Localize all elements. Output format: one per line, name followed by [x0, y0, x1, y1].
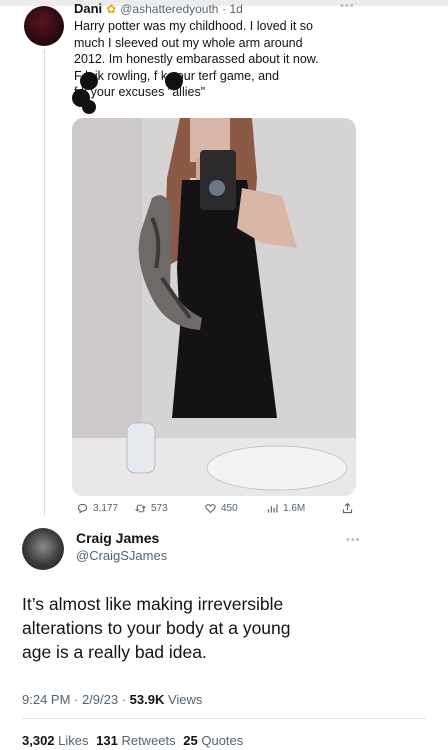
reply-count: 3,177 [93, 503, 119, 514]
tweet-line: f k your excuses "allies" [74, 85, 206, 99]
retweets-count: 131 [96, 733, 118, 748]
tweet-meta: 9:24 PM · 2/9/23 · 53.9K Views [22, 692, 202, 707]
likes-stat[interactable]: 3,302 Likes [22, 733, 89, 748]
tweet-photo[interactable] [72, 118, 356, 496]
reply-line: It’s almost like making irreversible [22, 594, 284, 614]
views-label: Views [164, 692, 203, 707]
likes-label: Likes [54, 733, 89, 748]
censor-dot [80, 72, 98, 90]
author-handle[interactable]: @CraigSJames [76, 548, 167, 563]
avatar[interactable] [24, 6, 64, 46]
retweet-icon [135, 504, 146, 513]
tweet-actions: 3,177 573 450 1.6M [76, 502, 366, 520]
views-button[interactable]: 1.6M [266, 502, 305, 515]
tweet-line: F k jk rowling, f k your terf game, and [74, 68, 279, 83]
tweet-line: Harry potter was my childhood. I loved i… [74, 19, 313, 33]
author-name[interactable]: Dani [74, 1, 102, 16]
reply-line: age is a really bad idea. [22, 642, 207, 662]
reply-button[interactable]: 3,177 [76, 502, 118, 515]
author-handle[interactable]: @ashatteredyouth [120, 2, 218, 16]
retweet-count: 573 [151, 503, 168, 514]
avatar[interactable] [22, 528, 64, 570]
share-icon [342, 502, 353, 514]
reply-line: alterations to your body at a young [22, 618, 291, 638]
author-name[interactable]: Craig James [76, 530, 159, 546]
views-count: 53.9K [129, 692, 165, 707]
quotes-count: 25 [183, 733, 198, 748]
engagement-stats: 3,302 Likes 131 Retweets 25 Quotes [22, 733, 243, 748]
tweet-time[interactable]: · 1d [222, 2, 243, 16]
reply-text: It’s almost like making irreversible alt… [22, 592, 422, 664]
quotes-label: Quotes [197, 733, 244, 748]
sunflower-icon: ✿ [106, 2, 117, 16]
thread-line [44, 50, 45, 515]
censor-dot [165, 72, 183, 90]
share-button[interactable] [341, 502, 354, 515]
heart-icon [205, 504, 216, 514]
views-count: 1.6M [283, 503, 306, 514]
timestamp[interactable]: 9:24 PM · 2/9/23 · [22, 692, 130, 707]
tweet-line: much I sleeved out my whole arm around [74, 35, 303, 50]
more-icon[interactable]: ••• [340, 0, 355, 12]
retweets-stat[interactable]: 131 Retweets [96, 733, 176, 748]
retweets-label: Retweets [117, 733, 176, 748]
divider [22, 718, 426, 719]
views-chart-icon [267, 504, 278, 513]
censor-dot [82, 100, 96, 114]
reply-icon [77, 503, 88, 514]
photo-illustration [72, 118, 356, 496]
tweet-header: Dani ✿ @ashatteredyouth · 1d [74, 1, 243, 16]
like-button[interactable]: 450 [204, 502, 238, 515]
more-icon[interactable]: ••• [346, 534, 361, 546]
like-count: 450 [221, 503, 238, 514]
retweet-button[interactable]: 573 [134, 502, 168, 515]
quotes-stat[interactable]: 25 Quotes [183, 733, 243, 748]
likes-count: 3,302 [22, 733, 55, 748]
tweet-line: 2012. Im honestly embarassed about it no… [74, 52, 319, 66]
tweet-text: Harry potter was my childhood. I loved i… [74, 18, 364, 101]
